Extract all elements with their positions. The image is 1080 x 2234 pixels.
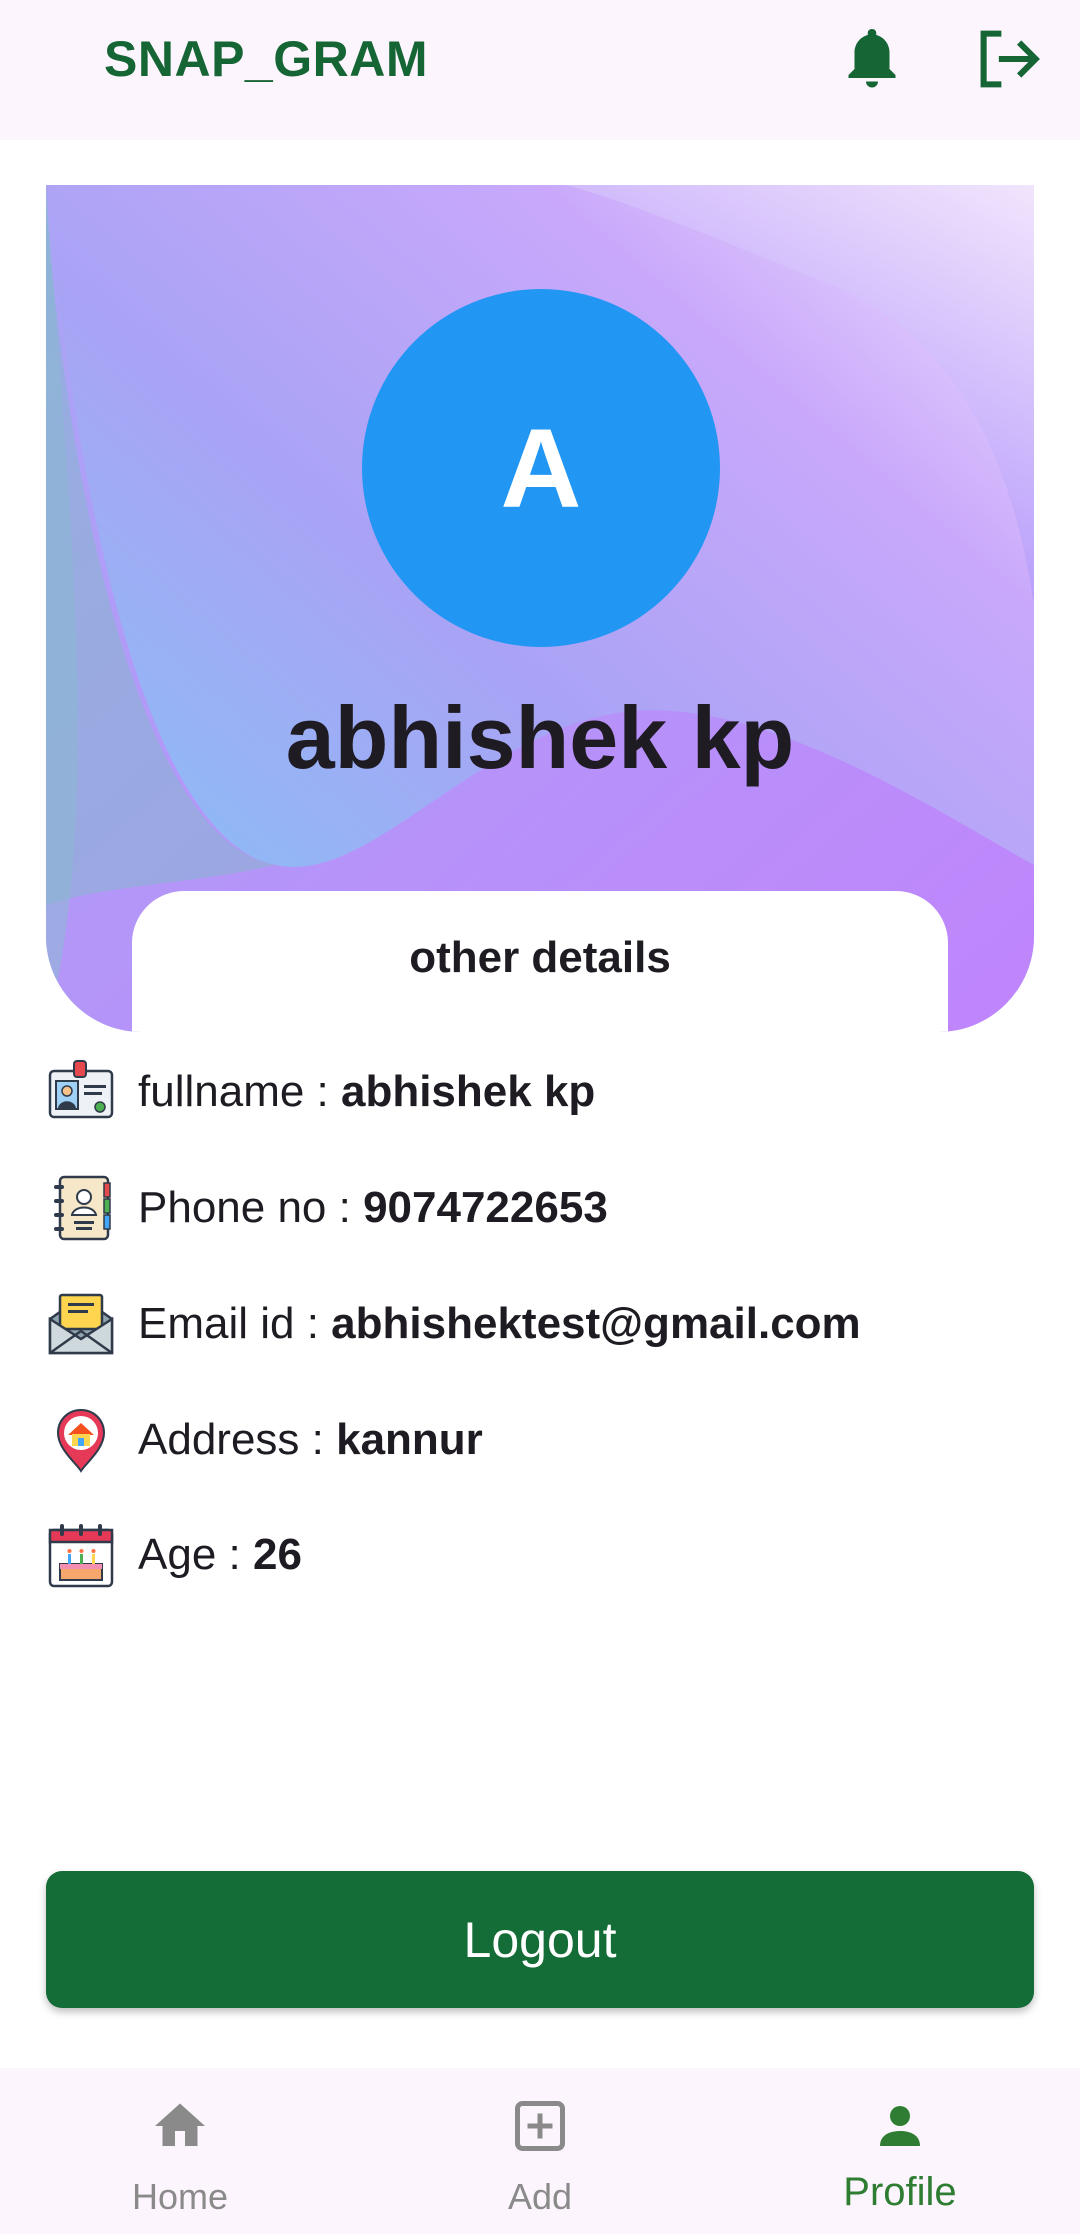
home-location-icon bbox=[56, 1408, 106, 1473]
detail-row-phone: Phone no : 9074722653 bbox=[46, 1168, 608, 1248]
profile-name: abhishek kp bbox=[285, 688, 795, 787]
detail-label: fullname : bbox=[138, 1067, 341, 1116]
id-card-icon bbox=[48, 1060, 114, 1119]
detail-value: 9074722653 bbox=[363, 1183, 608, 1232]
detail-row-address: Address : kannur bbox=[46, 1400, 483, 1480]
detail-text: Email id : abhishektest@gmail.com bbox=[138, 1299, 861, 1349]
logout-button[interactable]: Logout bbox=[46, 1871, 1034, 2008]
detail-text: Phone no : 9074722653 bbox=[138, 1183, 608, 1233]
contact-book-icon bbox=[54, 1175, 111, 1241]
detail-value: abhishektest@gmail.com bbox=[331, 1299, 861, 1348]
details-title: other details bbox=[409, 933, 671, 982]
app-bar: SNAP_GRAM bbox=[0, 0, 1080, 140]
detail-row-age: Age : 26 bbox=[46, 1515, 302, 1595]
detail-value: 26 bbox=[252, 1530, 302, 1579]
detail-label: Phone no : bbox=[138, 1183, 364, 1232]
add-box-icon bbox=[515, 2101, 565, 2151]
avatar[interactable]: A bbox=[362, 289, 720, 647]
nav-item-profile[interactable]: Profile bbox=[720, 2068, 1080, 2234]
logout-icon[interactable] bbox=[976, 28, 1042, 90]
detail-text: Age : 26 bbox=[138, 1530, 302, 1580]
detail-label: Age : bbox=[138, 1530, 253, 1579]
bell-icon[interactable] bbox=[842, 24, 902, 94]
avatar-letter: A bbox=[500, 405, 582, 531]
nav-item-home[interactable]: Home bbox=[0, 2068, 360, 2234]
nav-label-home: Home bbox=[131, 2176, 229, 2217]
nav-label-add: Add bbox=[507, 2176, 573, 2217]
detail-label: Email id : bbox=[138, 1299, 332, 1348]
logout-button-label: Logout bbox=[463, 1911, 617, 1968]
email-icon bbox=[48, 1293, 114, 1355]
app-title: SNAP_GRAM bbox=[104, 31, 428, 87]
detail-text: Address : kannur bbox=[138, 1415, 483, 1465]
detail-row-email: Email id : abhishektest@gmail.com bbox=[46, 1284, 861, 1364]
home-icon bbox=[155, 2103, 205, 2146]
nav-item-add[interactable]: Add bbox=[360, 2068, 720, 2234]
detail-value: kannur bbox=[336, 1415, 483, 1464]
profile-banner: A abhishek kp other details bbox=[46, 185, 1034, 1032]
detail-value: abhishek kp bbox=[340, 1067, 596, 1116]
birthday-calendar-icon bbox=[48, 1524, 114, 1588]
details-card: other details bbox=[132, 891, 948, 1032]
nav-label-profile: Profile bbox=[843, 2170, 957, 2214]
bottom-navigation: Home Add Profile bbox=[0, 2068, 1080, 2234]
detail-row-fullname: fullname : abhishek kp bbox=[46, 1052, 595, 1132]
detail-text: fullname : abhishek kp bbox=[138, 1067, 595, 1117]
person-icon bbox=[880, 2106, 920, 2146]
detail-label: Address : bbox=[138, 1415, 337, 1464]
